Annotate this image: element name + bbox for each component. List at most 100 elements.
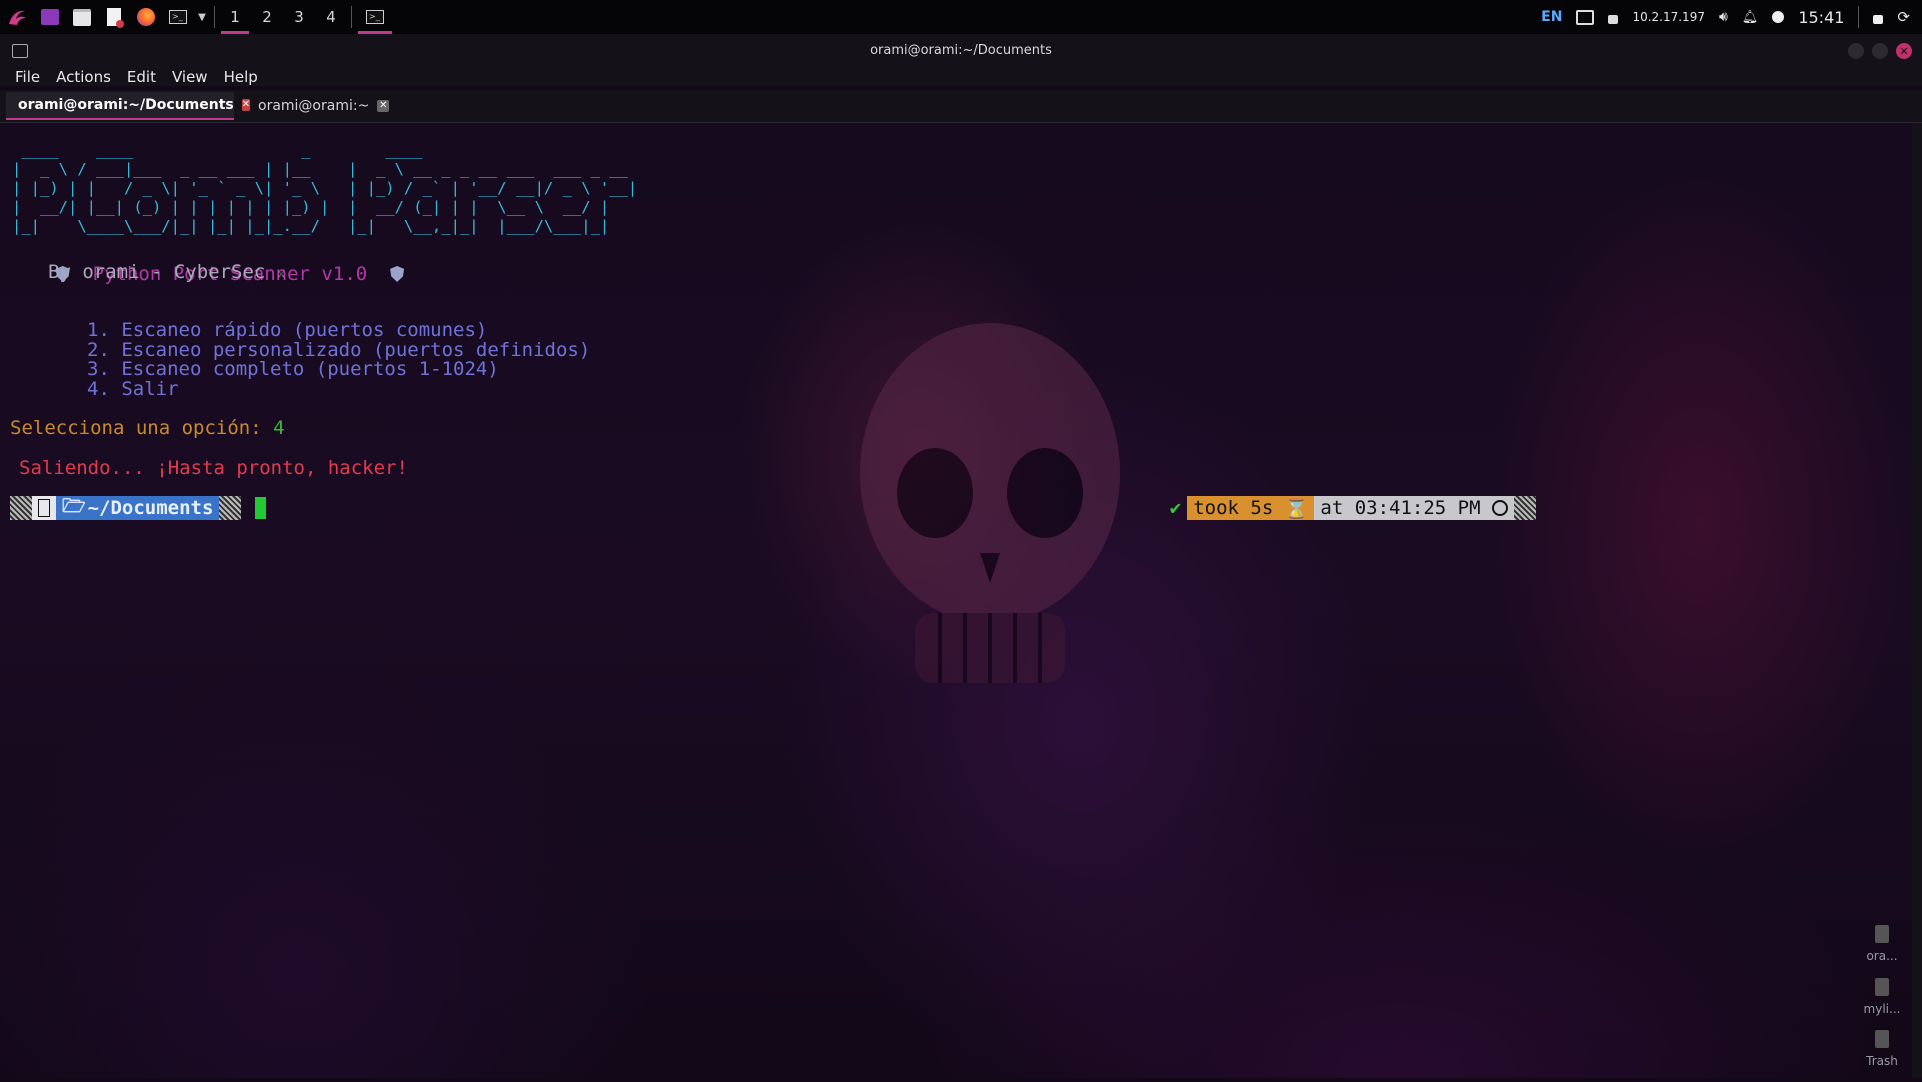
clock-icon xyxy=(1492,500,1508,516)
text-editor-launcher[interactable] xyxy=(98,0,130,34)
maximize-button[interactable] xyxy=(1872,43,1888,59)
notification-bell-icon[interactable]: 🔔︎ xyxy=(1742,10,1759,25)
prompt-dither-right xyxy=(219,496,242,520)
option-prompt-answer: 4 xyxy=(273,417,285,439)
kali-dragon-icon xyxy=(9,10,26,25)
menu-option-4: 4. Salir xyxy=(87,378,179,400)
exit-message: Saliendo... ¡Hasta pronto, hacker! xyxy=(19,457,408,479)
menu-edit[interactable]: Edit xyxy=(119,68,164,86)
document-icon xyxy=(107,8,124,28)
clock-icon xyxy=(1772,11,1785,23)
workspace-2[interactable]: 2 xyxy=(251,0,283,34)
workspace-label: 1 xyxy=(230,8,240,26)
menu-option-3: 3. Escaneo completo (puertos 1-1024) xyxy=(87,358,499,380)
trash-icon xyxy=(1875,1030,1889,1048)
time-segment: at 03:41:25 PM xyxy=(1314,496,1514,520)
option-prompt: Selecciona una opción: 4 xyxy=(10,417,285,439)
menu-actions[interactable]: Actions xyxy=(48,68,119,86)
tab-documents[interactable]: orami@orami:~/Documents ✕ xyxy=(6,92,251,120)
terminal-launcher[interactable]: >_ xyxy=(162,0,194,34)
menu-help[interactable]: Help xyxy=(216,68,266,86)
workspace-4[interactable]: 4 xyxy=(315,0,347,34)
prompt-dither-end xyxy=(1514,496,1536,520)
prompt-dither-left xyxy=(10,496,32,520)
terminal-icon: >_ xyxy=(169,10,187,24)
ip-address: 10.2.17.197 xyxy=(1632,10,1705,24)
chevron-down-icon: ▼ xyxy=(198,11,206,23)
terminal-icon: >_ xyxy=(366,10,384,24)
text-cursor xyxy=(255,497,267,519)
tab-bar: orami@orami:~/Documents ✕ orami@orami:~ … xyxy=(0,90,1922,123)
desktop-icon-trash[interactable]: Trash xyxy=(1852,1030,1912,1068)
minimize-button[interactable] xyxy=(1848,43,1864,59)
tab-label: orami@orami:~ xyxy=(258,98,370,114)
logout-icon[interactable]: ⟳ xyxy=(1897,8,1910,26)
hourglass-icon: ⌛ xyxy=(1284,497,1309,520)
desktop-icon-label: ora... xyxy=(1866,949,1898,963)
tab-label: orami@orami:~/Documents xyxy=(18,97,234,113)
desktop-icon-ora[interactable]: ora... xyxy=(1852,925,1912,963)
window-title: orami@orami:~/Documents xyxy=(870,43,1052,58)
desktop-icon xyxy=(41,9,59,25)
panel-separator xyxy=(351,6,352,28)
file-icon xyxy=(1875,978,1889,996)
volume-icon[interactable]: 🔊︎ xyxy=(1719,9,1728,25)
folder-icon xyxy=(73,8,91,26)
prompt-os-segment xyxy=(32,496,56,520)
display-icon[interactable] xyxy=(1576,9,1595,25)
status-check-icon: ✔ xyxy=(1169,497,1182,519)
workspace-label: 2 xyxy=(262,8,272,26)
close-icon: ✕ xyxy=(1899,44,1909,58)
kali-menu-button[interactable] xyxy=(0,0,34,34)
option-prompt-label: Selecciona una opción: xyxy=(10,417,274,439)
author-line: By orami - CyberSec ⚔ xyxy=(48,261,286,283)
workspace-label: 4 xyxy=(326,8,336,26)
desktop-icon-myli[interactable]: myli... xyxy=(1852,978,1912,1016)
panel-clock[interactable]: 15:41 xyxy=(1798,8,1844,27)
prompt-path: ~/Documents xyxy=(87,497,214,519)
took-text: took 5s xyxy=(1193,497,1274,519)
tab-close-icon[interactable]: ✕ xyxy=(377,100,390,112)
panel-separator xyxy=(214,6,215,28)
window-titlebar[interactable]: orami@orami:~/Documents ✕ xyxy=(0,34,1922,68)
menu-bar: File Actions Edit View Help xyxy=(0,68,1922,86)
desktop-icon-label: myli... xyxy=(1863,1002,1901,1016)
time-text: at 03:41:25 PM xyxy=(1320,497,1481,519)
right-prompt: ✔ took 5s ⌛ at 03:41:25 PM xyxy=(1170,496,1536,520)
os-logo-icon xyxy=(38,499,50,517)
file-icon xyxy=(1875,925,1889,943)
ascii-banner: ____ ____ _ ____ | _ \ / ___|___ _ __ __… xyxy=(12,141,638,235)
workspace-1[interactable]: 1 xyxy=(219,0,251,34)
show-desktop-launcher[interactable] xyxy=(34,0,66,34)
workspace-label: 3 xyxy=(294,8,304,26)
taskbar-terminal-window[interactable]: >_ xyxy=(356,0,394,34)
close-button[interactable]: ✕ xyxy=(1896,43,1912,59)
firefox-icon xyxy=(137,8,155,26)
author-text: By orami - CyberSec xyxy=(48,261,266,283)
terminal-scrollbar[interactable] xyxy=(1912,123,1922,1078)
keyboard-layout[interactable]: EN xyxy=(1541,9,1562,25)
workspace-3[interactable]: 3 xyxy=(283,0,315,34)
top-panel: >_ ▼ 1 2 3 4 >_ EN 10.2.17.197 🔊︎ 🔔︎ 15:… xyxy=(0,0,1922,34)
vpn-lock-icon[interactable] xyxy=(1608,14,1619,24)
menu-option-1: 1. Escaneo rápido (puertos comunes) xyxy=(87,319,488,341)
launcher-dropdown[interactable]: ▼ xyxy=(194,0,210,34)
folder-open-icon: 🗁︎ xyxy=(62,495,86,517)
prompt-dir-segment: 🗁︎ ~/Documents xyxy=(56,495,220,520)
menu-view[interactable]: View xyxy=(164,68,216,86)
menu-file[interactable]: File xyxy=(0,68,48,86)
desktop-icon-label: Trash xyxy=(1866,1054,1898,1068)
skull-wallpaper-image xyxy=(860,323,1120,683)
took-segment: took 5s ⌛ xyxy=(1187,496,1315,520)
crossed-swords-icon: ⚔ xyxy=(276,264,286,282)
shell-prompt: 🗁︎ ~/Documents xyxy=(10,495,267,520)
lock-screen-icon[interactable] xyxy=(1873,14,1884,24)
system-tray: EN 10.2.17.197 🔊︎ 🔔︎ 15:41 ⟳ xyxy=(1541,0,1922,34)
tab-home[interactable]: orami@orami:~ ✕ xyxy=(246,92,420,120)
shield-icon xyxy=(390,266,405,282)
firefox-launcher[interactable] xyxy=(130,0,162,34)
terminal-area[interactable]: ____ ____ _ ____ | _ \ / ___|___ _ __ __… xyxy=(0,123,1912,1078)
file-manager-launcher[interactable] xyxy=(66,0,98,34)
panel-separator xyxy=(1858,6,1860,28)
window-controls: ✕ xyxy=(1848,43,1912,59)
